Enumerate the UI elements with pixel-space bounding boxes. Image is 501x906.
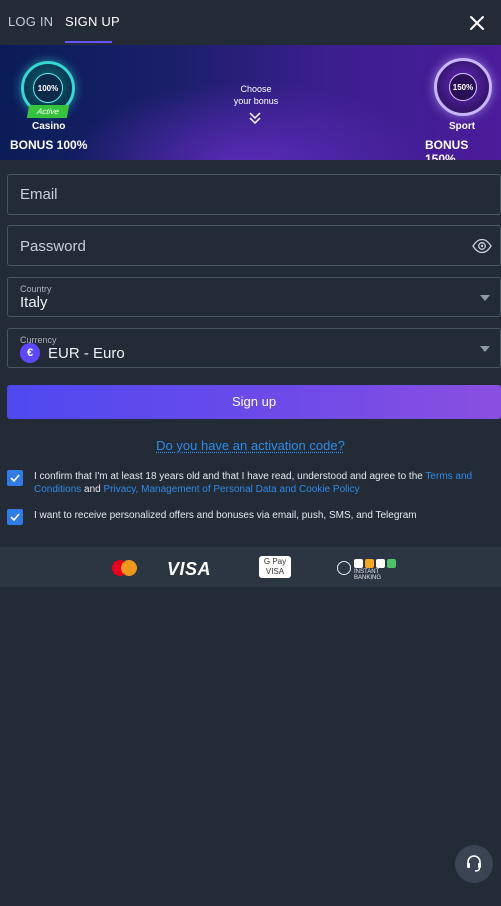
auth-header: LOG IN SIGN UP [0, 0, 501, 45]
password-placeholder: Password [20, 238, 86, 255]
choose-bonus-text: Choose your bonus [233, 84, 279, 106]
show-password-icon[interactable] [472, 238, 492, 254]
age-consent-checkbox[interactable] [7, 470, 23, 486]
casino-label[interactable]: Casino [32, 121, 65, 132]
active-tab-indicator [65, 41, 112, 43]
check-icon [10, 513, 20, 521]
country-select[interactable]: Country Italy [7, 277, 501, 317]
headset-icon [467, 855, 481, 872]
visa-logo: VISA [167, 559, 212, 579]
password-field[interactable]: Password [7, 225, 501, 266]
email-field[interactable]: Email [7, 174, 501, 215]
casino-badge-percent: 100% [33, 73, 63, 103]
offers-consent-row: I want to receive personalized offers an… [7, 509, 497, 527]
country-value: Italy [20, 294, 48, 311]
chevron-down-icon [480, 346, 490, 352]
sport-label[interactable]: Sport [449, 121, 475, 132]
support-chat-button[interactable] [455, 845, 493, 883]
email-placeholder: Email [20, 186, 58, 203]
euro-icon: € [20, 343, 40, 363]
activation-code-link[interactable]: Do you have an activation code? [156, 438, 345, 453]
offers-consent-checkbox[interactable] [7, 509, 23, 525]
close-icon[interactable] [469, 15, 485, 31]
country-label: Country [20, 284, 52, 294]
chevrons-down-icon[interactable] [248, 111, 262, 125]
sport-bonus-text[interactable]: BONUS 150% [425, 138, 501, 160]
age-consent-text: I confirm that I'm at least 18 years old… [34, 471, 473, 495]
instant-banking-icon: INSTANT BANKING [337, 559, 407, 581]
privacy-link[interactable]: Privacy, Management of Personal Data and… [104, 484, 360, 495]
currency-value: EUR - Euro [48, 345, 125, 362]
instant-banking-label: INSTANT BANKING [354, 569, 382, 581]
offers-consent-text: I want to receive personalized offers an… [34, 510, 417, 521]
casino-bonus-text[interactable]: BONUS 100% [10, 138, 87, 152]
activation-code-row: Do you have an activation code? [0, 437, 501, 455]
google-pay-icon: G Pay VISA [259, 556, 291, 578]
tab-login[interactable]: LOG IN [8, 14, 53, 29]
check-icon [10, 474, 20, 482]
signup-button[interactable]: Sign up [7, 385, 501, 419]
tab-signup[interactable]: SIGN UP [65, 14, 120, 29]
chevron-down-icon [480, 295, 490, 301]
mastercard-icon [112, 560, 138, 576]
sport-badge-percent: 150% [449, 73, 477, 101]
sport-bonus-badge[interactable]: 150% [434, 58, 492, 116]
bonus-banner: 100% Active Casino BONUS 100% Choose you… [0, 45, 501, 160]
payment-methods: VISA G Pay VISA INSTANT BANKING [0, 547, 501, 587]
currency-select[interactable]: Currency € EUR - Euro [7, 328, 501, 368]
active-badge: Active [26, 105, 70, 118]
age-consent-row: I confirm that I'm at least 18 years old… [7, 470, 497, 498]
